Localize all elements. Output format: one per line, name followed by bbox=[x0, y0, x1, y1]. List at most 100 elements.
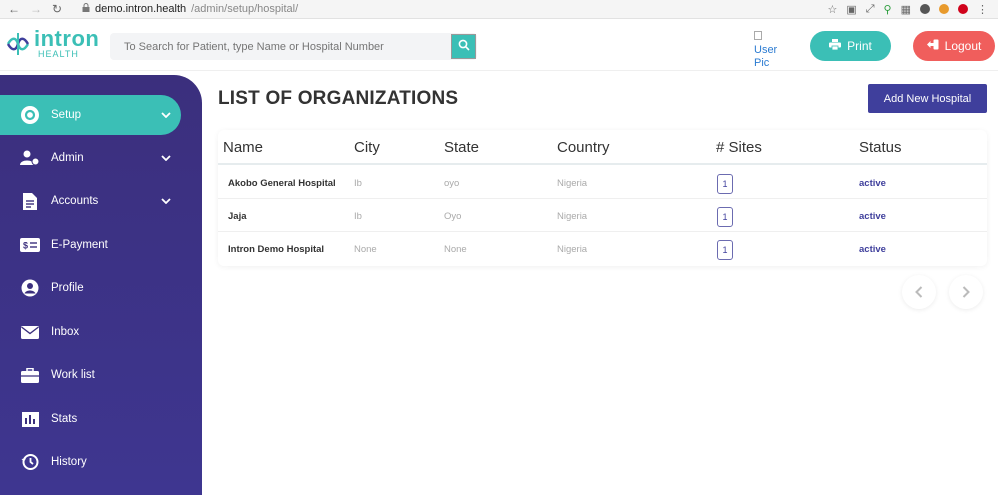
column-header-name[interactable]: Name bbox=[223, 139, 263, 156]
sidebar-item-label: Stats bbox=[51, 413, 78, 425]
sidebar-item-stats[interactable]: Stats bbox=[0, 399, 202, 439]
table-header: Name City State Country # Sites Status bbox=[218, 130, 987, 165]
money-check-icon: $ bbox=[20, 235, 40, 255]
search-icon bbox=[458, 38, 470, 56]
logo-sub: HEALTH bbox=[38, 49, 79, 59]
extension-orange-icon[interactable] bbox=[939, 4, 949, 14]
table-row[interactable]: Jaja Ib Oyo Nigeria 1 active bbox=[218, 199, 987, 232]
organizations-table: Name City State Country # Sites Status A… bbox=[218, 130, 987, 266]
search-button[interactable] bbox=[451, 34, 476, 59]
screenshot-extension-icon[interactable]: ▣ bbox=[846, 3, 856, 16]
cell-city: Ib bbox=[354, 211, 362, 222]
sidebar-item-label: E-Payment bbox=[51, 239, 108, 251]
user-pic-alt: User Pic bbox=[754, 44, 778, 69]
add-new-hospital-button[interactable]: Add New Hospital bbox=[868, 84, 987, 113]
column-header-country[interactable]: Country bbox=[557, 139, 610, 156]
sidebar-item-label: Admin bbox=[51, 152, 84, 164]
cell-name: Akobo General Hospital bbox=[228, 178, 336, 189]
sidebar-item-e-payment[interactable]: $ E-Payment bbox=[0, 225, 202, 265]
patient-search bbox=[110, 33, 477, 60]
sidebar-item-accounts[interactable]: Accounts bbox=[0, 181, 202, 221]
forward-arrow-icon[interactable]: → bbox=[30, 2, 42, 16]
sidebar-item-label: Setup bbox=[51, 109, 82, 121]
cell-status: active bbox=[859, 211, 886, 222]
chevron-down-icon bbox=[161, 109, 171, 121]
sidebar-item-work-list[interactable]: Work list bbox=[0, 355, 202, 395]
print-label: Print bbox=[847, 39, 872, 53]
column-header-sites[interactable]: # Sites bbox=[716, 139, 762, 156]
cell-city: Ib bbox=[354, 178, 362, 189]
sidebar-item-inbox[interactable]: Inbox bbox=[0, 312, 202, 352]
cell-name: Intron Demo Hospital bbox=[228, 244, 325, 255]
logo-mark-icon bbox=[6, 31, 30, 57]
chevron-down-icon bbox=[161, 195, 171, 207]
column-header-state[interactable]: State bbox=[444, 139, 479, 156]
sidebar-item-history[interactable]: History bbox=[0, 442, 202, 482]
sites-count-badge[interactable]: 1 bbox=[717, 174, 733, 194]
browser-nav: ← → ↻ bbox=[0, 2, 76, 16]
cell-country: Nigeria bbox=[557, 178, 588, 189]
page-title: LIST OF ORGANIZATIONS bbox=[218, 88, 459, 109]
browser-menu-icon[interactable]: ⋮ bbox=[977, 3, 988, 16]
chevron-right-icon bbox=[962, 282, 970, 303]
search-extension-icon[interactable]: ⚲ bbox=[884, 3, 892, 16]
sidebar-item-profile[interactable]: Profile bbox=[0, 268, 202, 308]
sidebar-item-admin[interactable]: Admin bbox=[0, 138, 202, 178]
sites-count-badge[interactable]: 1 bbox=[717, 207, 733, 227]
sidebar-item-label: Accounts bbox=[51, 195, 99, 207]
cell-state: Oyo bbox=[444, 211, 462, 222]
sidebar-item-label: Inbox bbox=[51, 326, 80, 338]
app-header: intron HEALTH User Pic Print Logout bbox=[0, 19, 998, 71]
url-host: demo.intron.health bbox=[95, 3, 187, 15]
user-circle-icon bbox=[20, 278, 40, 298]
cell-name: Jaja bbox=[228, 211, 247, 222]
users-cog-icon bbox=[20, 148, 40, 168]
browser-toolbar: ← → ↻ demo.intron.health/admin/setup/hos… bbox=[0, 0, 998, 19]
intron-logo[interactable]: intron HEALTH bbox=[6, 28, 99, 59]
reload-icon[interactable]: ↻ bbox=[52, 2, 62, 16]
column-header-status[interactable]: Status bbox=[859, 139, 902, 156]
search-input[interactable] bbox=[110, 40, 440, 53]
sidebar: Setup Admin Accounts $ E-Payment Profile… bbox=[0, 75, 202, 495]
cell-status: active bbox=[859, 244, 886, 255]
expand-extension-icon[interactable]: ⤢ bbox=[866, 3, 875, 16]
history-icon bbox=[20, 452, 40, 472]
cell-country: Nigeria bbox=[557, 244, 588, 255]
stats-extension-icon[interactable]: ▦ bbox=[901, 3, 911, 16]
previous-page-button[interactable] bbox=[902, 275, 936, 309]
next-page-button[interactable] bbox=[949, 275, 983, 309]
printer-icon bbox=[829, 39, 842, 53]
sites-count-badge[interactable]: 1 bbox=[717, 240, 733, 260]
svg-text:$: $ bbox=[23, 241, 28, 251]
gear-icon bbox=[20, 105, 40, 125]
briefcase-icon bbox=[20, 365, 40, 385]
cell-city: None bbox=[354, 244, 377, 255]
chevron-down-icon bbox=[161, 152, 171, 164]
star-icon[interactable]: ☆ bbox=[827, 3, 837, 16]
chart-icon bbox=[20, 409, 40, 429]
print-button[interactable]: Print bbox=[810, 31, 891, 61]
back-arrow-icon[interactable]: ← bbox=[8, 2, 20, 16]
table-row[interactable]: Intron Demo Hospital None None Nigeria 1… bbox=[218, 232, 987, 265]
extension-dark-icon[interactable] bbox=[920, 4, 930, 14]
cell-status: active bbox=[859, 178, 886, 189]
column-header-city[interactable]: City bbox=[354, 139, 380, 156]
logout-label: Logout bbox=[944, 39, 982, 53]
sign-out-icon bbox=[926, 39, 939, 53]
sidebar-item-label: Profile bbox=[51, 282, 84, 294]
sidebar-item-label: Work list bbox=[51, 369, 95, 381]
address-bar[interactable]: demo.intron.health/admin/setup/hospital/ bbox=[82, 3, 298, 15]
cell-state: oyo bbox=[444, 178, 460, 189]
chevron-left-icon bbox=[915, 282, 923, 303]
user-avatar[interactable]: User Pic bbox=[754, 31, 784, 70]
cell-state: None bbox=[444, 244, 467, 255]
broken-image-icon bbox=[754, 31, 762, 40]
lock-icon bbox=[82, 3, 90, 15]
cell-country: Nigeria bbox=[557, 211, 588, 222]
table-row[interactable]: Akobo General Hospital Ib oyo Nigeria 1 … bbox=[218, 166, 987, 199]
logout-button[interactable]: Logout bbox=[913, 31, 995, 61]
sidebar-item-setup[interactable]: Setup bbox=[0, 95, 181, 135]
browser-extensions: ☆ ▣ ⤢ ⚲ ▦ ⋮ bbox=[827, 3, 998, 16]
envelope-icon bbox=[20, 322, 40, 342]
pinterest-icon[interactable] bbox=[958, 4, 968, 14]
